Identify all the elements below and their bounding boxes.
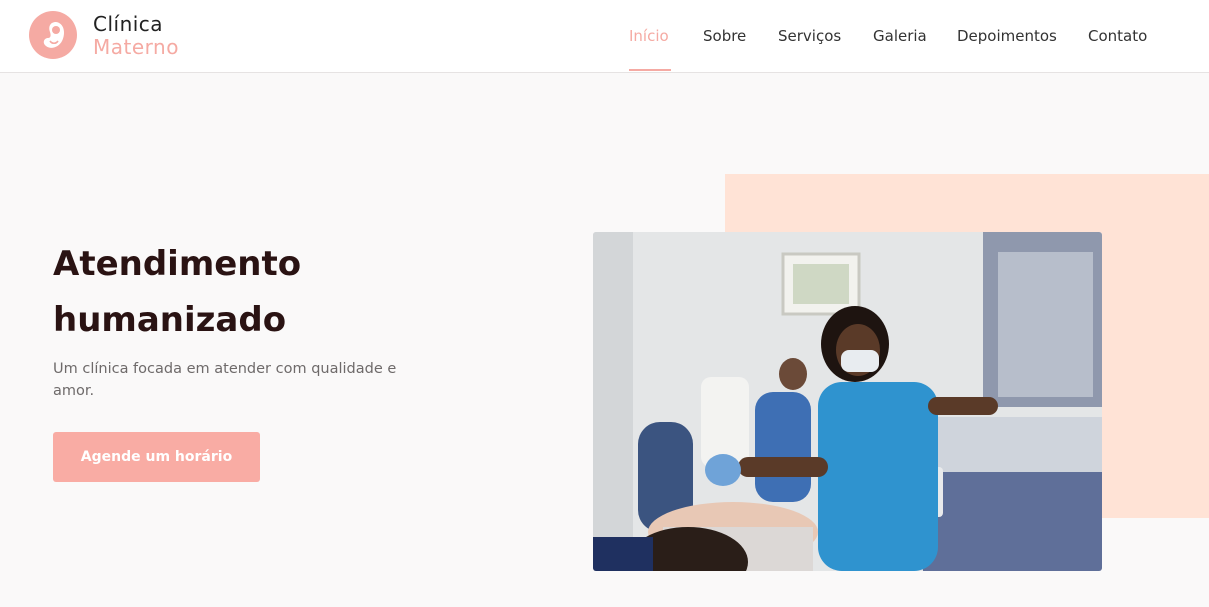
hero-subtitle: Um clínica focada em atender com qualida… bbox=[53, 361, 397, 399]
nav-link-sobre[interactable]: Sobre bbox=[703, 27, 746, 45]
hero-title-line1: Atendimento bbox=[53, 244, 302, 284]
nav-link-contato[interactable]: Contato bbox=[1088, 27, 1147, 45]
nav-link-inicio[interactable]: Início bbox=[629, 27, 669, 45]
nav-active-indicator bbox=[629, 69, 671, 71]
hero-title: Atendimento humanizado bbox=[53, 236, 523, 348]
brand-logo[interactable]: Clínica Materno bbox=[29, 11, 179, 59]
site-header: Clínica Materno Início Sobre Serviços Ga… bbox=[0, 0, 1209, 73]
hero-title-line2: humanizado bbox=[53, 300, 287, 340]
nav-link-depoimentos[interactable]: Depoimentos bbox=[957, 27, 1057, 45]
schedule-appointment-button[interactable]: Agende um horário bbox=[53, 432, 260, 482]
nav-link-galeria[interactable]: Galeria bbox=[873, 27, 927, 45]
nav-link-servicos[interactable]: Serviços bbox=[778, 27, 841, 45]
brand-name-line2: Materno bbox=[93, 34, 179, 59]
baby-embryo-icon bbox=[29, 11, 77, 59]
hero-ultrasound-photo bbox=[593, 232, 1102, 571]
brand-name-line1: Clínica bbox=[93, 11, 164, 36]
